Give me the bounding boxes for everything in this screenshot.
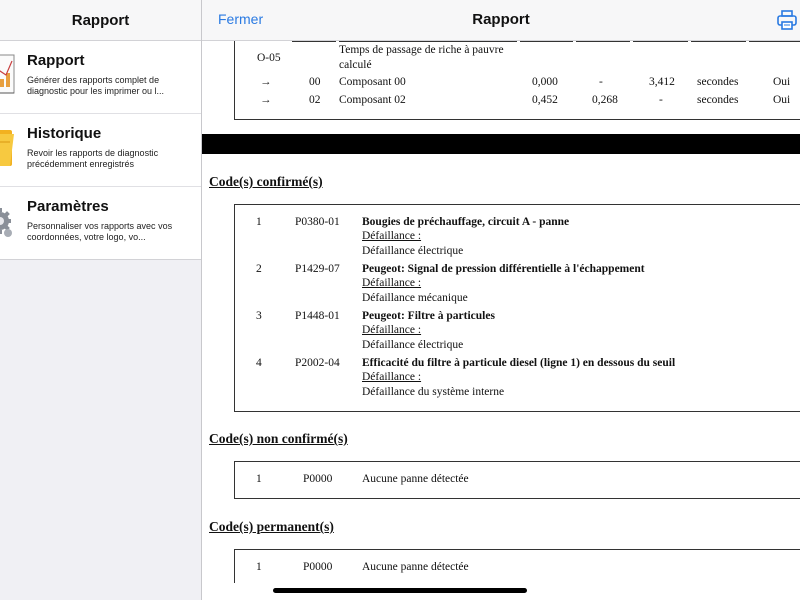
code-fault-label: Défaillance : <box>362 324 422 336</box>
row-unit: secondes <box>697 76 739 88</box>
code-description: Aucune panne détectée <box>362 473 469 485</box>
code-fault-detail: Défaillance électrique <box>362 245 464 257</box>
row-number: 00 <box>309 76 321 88</box>
row-value-2: 0,268 <box>592 94 618 106</box>
table-column-divider <box>292 41 336 42</box>
code-index: 1 <box>256 561 262 573</box>
permanent-codes-table: 1 P0000 Aucune panne détectée <box>234 549 800 583</box>
code-fault-label: Défaillance : <box>362 230 422 242</box>
row-value-3: 3,412 <box>649 76 675 88</box>
report-chart-icon <box>0 54 15 94</box>
row-arrow: → <box>260 94 272 106</box>
sidebar-item-description: Personnaliser vos rapports avec vos coor… <box>27 221 173 242</box>
unconfirmed-codes-table: 1 P0000 Aucune panne détectée <box>234 461 800 499</box>
sidebar-item-parametres[interactable]: Paramètres Personnaliser vos rapports av… <box>0 187 201 259</box>
row-status: Oui <box>773 94 791 106</box>
code-index: 2 <box>256 263 262 275</box>
code-title: Bougies de préchauffage, circuit A - pan… <box>362 216 570 228</box>
sensor-id: O-05 <box>257 52 281 64</box>
row-name: Composant 00 <box>339 76 406 88</box>
row-name: Composant 02 <box>339 94 406 106</box>
row-status: Oui <box>773 76 791 88</box>
sensor-title: Temps de passage de riche à pauvre <box>339 44 504 56</box>
home-indicator[interactable] <box>273 588 527 593</box>
sidebar: Rapport Rapport Générer des rapports com… <box>0 0 202 600</box>
history-folder-icon <box>0 130 14 166</box>
code-id: P0000 <box>303 473 333 485</box>
code-title: Peugeot: Signal de pression différentiel… <box>362 263 645 275</box>
unconfirmed-codes-heading: Code(s) non confirmé(s) <box>209 431 348 446</box>
row-value-1: 0,000 <box>532 76 558 88</box>
code-description: Aucune panne détectée <box>362 561 469 573</box>
code-id: P2002-04 <box>295 357 340 369</box>
main-panel: Fermer Rapport O-05 Temps de passage de … <box>202 0 800 600</box>
code-title: Peugeot: Filtre à particules <box>362 310 495 322</box>
page-title: Rapport <box>472 11 530 28</box>
code-index: 1 <box>256 473 262 485</box>
report-document[interactable]: O-05 Temps de passage de riche à pauvre … <box>202 41 800 583</box>
sidebar-header: Rapport <box>0 0 201 41</box>
table-column-divider <box>691 41 746 42</box>
table-column-divider <box>633 41 688 42</box>
confirmed-codes-table: 1 P0380-01 Bougies de préchauffage, circ… <box>234 204 800 412</box>
sidebar-item-label: Rapport <box>27 52 85 69</box>
code-fault-detail: Défaillance du système interne <box>362 386 505 398</box>
code-fault-detail: Défaillance mécanique <box>362 292 468 304</box>
sidebar-item-description: Générer des rapports complet de diagnost… <box>27 75 165 96</box>
sidebar-item-label: Paramètres <box>27 198 109 215</box>
code-id: P0000 <box>303 561 333 573</box>
code-id: P0380-01 <box>295 216 340 228</box>
code-fault-detail: Défaillance électrique <box>362 339 464 351</box>
code-index: 1 <box>256 216 262 228</box>
table-column-divider <box>576 41 630 42</box>
code-fault-label: Défaillance : <box>362 277 422 289</box>
sidebar-menu: Rapport Générer des rapports complet de … <box>0 41 201 260</box>
row-arrow: → <box>260 76 272 88</box>
table-column-divider <box>339 41 517 42</box>
table-column-divider <box>520 41 573 42</box>
permanent-codes-heading: Code(s) permanent(s) <box>209 519 334 534</box>
code-index: 3 <box>256 310 262 322</box>
sidebar-item-rapport[interactable]: Rapport Générer des rapports complet de … <box>0 41 201 114</box>
code-id: P1448-01 <box>295 310 340 322</box>
code-index: 4 <box>256 357 262 369</box>
code-fault-label: Défaillance : <box>362 371 422 383</box>
settings-gear-icon <box>0 208 12 237</box>
sidebar-item-historique[interactable]: Historique Revoir les rapports de diagno… <box>0 114 201 187</box>
row-value-2: - <box>599 76 603 88</box>
printer-icon[interactable] <box>776 9 798 31</box>
row-value-3: - <box>659 94 663 106</box>
sidebar-item-description: Revoir les rapports de diagnostic précéd… <box>27 148 159 169</box>
section-divider-bar <box>202 134 800 154</box>
table-column-divider <box>749 41 800 42</box>
row-value-1: 0,452 <box>532 94 558 106</box>
row-number: 02 <box>309 94 321 106</box>
code-title: Efficacité du filtre à particule diesel … <box>362 357 676 369</box>
sensor-title-cont: calculé <box>339 59 372 71</box>
main-header: Fermer Rapport <box>202 0 800 41</box>
confirmed-codes-heading: Code(s) confirmé(s) <box>209 174 323 189</box>
sensor-table: O-05 Temps de passage de riche à pauvre … <box>234 41 800 120</box>
sidebar-item-label: Historique <box>27 125 102 142</box>
code-id: P1429-07 <box>295 263 340 275</box>
row-unit: secondes <box>697 94 739 106</box>
sidebar-title: Rapport <box>71 11 130 29</box>
